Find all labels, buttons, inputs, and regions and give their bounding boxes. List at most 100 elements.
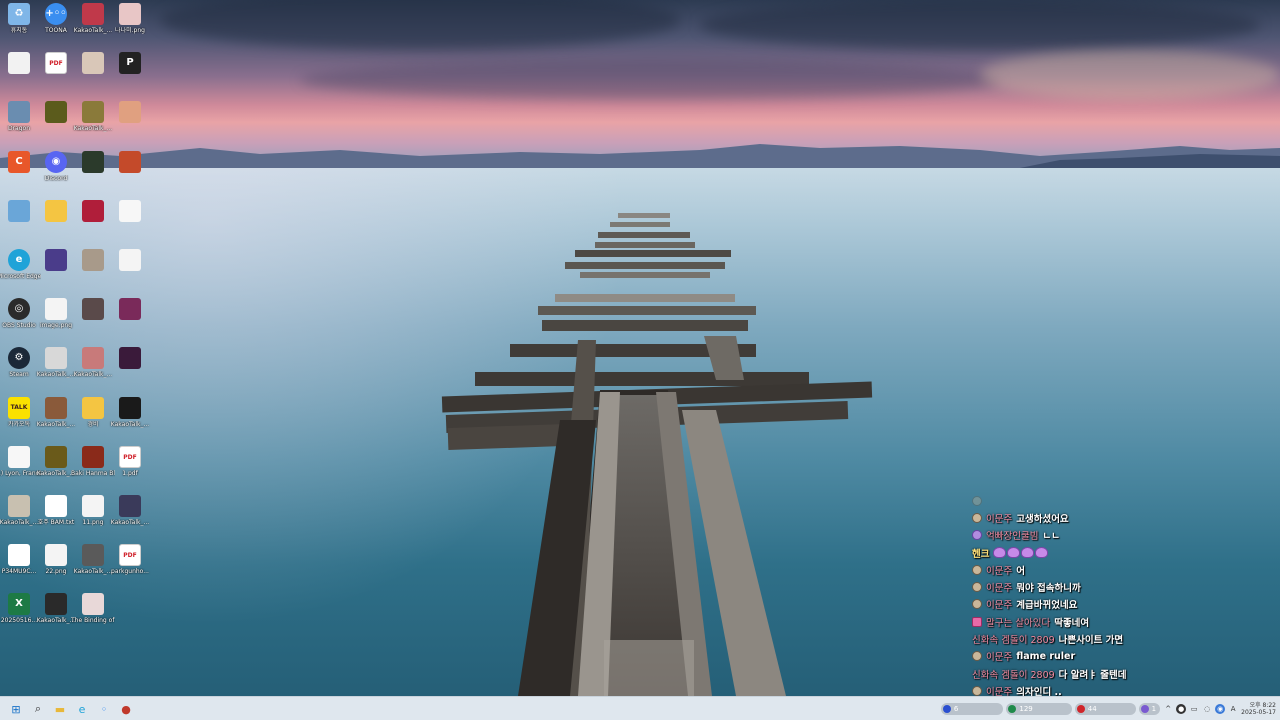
image-thumb-icon bbox=[45, 396, 67, 419]
desktop-icon[interactable]: The Binding of Isaac R... bbox=[71, 591, 115, 639]
desktop-icon[interactable]: 호주 BAM.txt bbox=[37, 493, 75, 541]
desktop-icon[interactable]: 나나미.png bbox=[111, 1, 149, 49]
chat-text: 뭐야 접속하니까 bbox=[1016, 583, 1081, 595]
desktop-icon[interactable]: image.png bbox=[37, 296, 75, 344]
desktop-icon[interactable]: e Microsoft Edge bbox=[0, 247, 41, 295]
desktop-icon[interactable]: PDF 1.pdf bbox=[111, 444, 149, 492]
tray-pill-4-count: 1 bbox=[1151, 705, 1157, 713]
image-thumb-icon bbox=[82, 150, 104, 173]
image-thumb-icon bbox=[119, 249, 141, 271]
desktop-icon[interactable] bbox=[74, 50, 112, 98]
app-button[interactable]: ● bbox=[117, 700, 135, 718]
tray-display-icon[interactable]: ▭ bbox=[1189, 704, 1199, 714]
chat-message: 말구는 살아있다 딱좋네여 bbox=[972, 613, 1272, 630]
chat-text: 다 알려ㅑ 줄텐데 bbox=[1058, 669, 1127, 681]
tray-pill-2-count: 129 bbox=[1019, 705, 1033, 713]
tray-app-icon[interactable]: ● bbox=[1176, 704, 1187, 714]
desktop-icon[interactable]: ⚙ Steam bbox=[0, 345, 38, 393]
tray-dot-icon bbox=[1076, 705, 1085, 713]
chat-message: 이문주 어 bbox=[972, 561, 1272, 578]
recycle-bin-icon: ♻ bbox=[8, 3, 30, 25]
chat-emotes bbox=[993, 547, 1049, 559]
desktop-icon[interactable]: KakaoTalk_... bbox=[37, 395, 75, 443]
toona-button[interactable]: ◦ bbox=[95, 700, 113, 718]
desktop-icon[interactable] bbox=[111, 296, 149, 344]
file-explorer-button[interactable]: ▬ bbox=[51, 700, 69, 718]
tray-pill-3[interactable]: 44 bbox=[1074, 703, 1136, 715]
desktop-icon[interactable]: KakaoTalk_... bbox=[37, 591, 75, 639]
desktop-icon[interactable]: PDF bbox=[37, 50, 75, 98]
chat-message: 신화속 겜돌이 2809 나쁜사이트 가면 bbox=[972, 630, 1272, 647]
image-thumb-icon bbox=[45, 445, 67, 468]
tray-user-icon[interactable]: ◉ bbox=[1215, 704, 1226, 714]
desktop-icon[interactable] bbox=[0, 198, 38, 246]
desktop-icon[interactable]: KakaoTalk_... bbox=[37, 444, 75, 492]
chat-nickname: 신화속 겜돌이 2809 bbox=[972, 635, 1055, 647]
desktop-icon[interactable]: TALK 카카오톡 bbox=[0, 395, 38, 443]
desktop-icon[interactable]: KakaoTalk_... bbox=[74, 542, 112, 590]
desktop-icon[interactable]: 22.png bbox=[37, 542, 75, 590]
desktop-icon[interactable]: P bbox=[111, 50, 149, 98]
desktop-icon-label: 1.pdf bbox=[122, 469, 138, 477]
image-thumb-icon bbox=[119, 298, 141, 321]
text-file-icon bbox=[45, 495, 67, 517]
desktop-icon[interactable]: ♻ 휴지통 bbox=[0, 1, 38, 49]
desktop-icon[interactable]: KakaoTalk_... bbox=[37, 345, 75, 393]
desktop-icon[interactable] bbox=[111, 198, 149, 246]
desktop-icon[interactable]: KakaoTalk_... bbox=[111, 395, 149, 443]
chat-nickname: 억빠장인쿨빔 bbox=[986, 531, 1039, 543]
desktop-icon[interactable]: C bbox=[0, 149, 38, 197]
start-button[interactable]: ⊞ bbox=[7, 700, 25, 718]
desktop-icon[interactable] bbox=[111, 99, 149, 147]
search-button[interactable]: ⌕ bbox=[29, 700, 47, 718]
tray-clock[interactable]: 오후 8:22 2025-05-17 bbox=[1241, 702, 1276, 716]
desktop-icon[interactable] bbox=[74, 149, 112, 197]
desktop-icon-grid: ♻ 휴지통 +◦◦ TOONA KakaoTalk_... 나나미.png PDF P Drag… bbox=[0, 0, 150, 696]
desktop-icon[interactable] bbox=[37, 99, 75, 147]
chat-nickname: 헨크 bbox=[972, 548, 990, 560]
tray-language-indicator[interactable]: A bbox=[1228, 704, 1238, 714]
desktop-icon[interactable] bbox=[74, 296, 112, 344]
desktop-icon[interactable] bbox=[74, 247, 112, 295]
desktop-icon[interactable]: +◦◦ TOONA bbox=[37, 1, 75, 49]
chat-nickname: 이문주 bbox=[986, 600, 1013, 612]
desktop-icon[interactable]: Baki Hanma Blood Arena bbox=[71, 444, 115, 492]
desktop-icon[interactable]: 11.png bbox=[74, 493, 112, 541]
tray-pill-1[interactable]: 6 bbox=[940, 703, 1004, 715]
desktop-icon[interactable] bbox=[74, 198, 112, 246]
image-thumb-icon bbox=[82, 199, 104, 222]
pdf-file-icon: PDF bbox=[119, 445, 141, 468]
image-thumb-icon bbox=[82, 347, 104, 370]
desktop-icon[interactable]: Dragon bbox=[0, 99, 38, 147]
desktop-icon[interactable] bbox=[111, 149, 149, 197]
desktop-icon[interactable]: 경비 bbox=[74, 395, 112, 443]
chat-text: 딱좋네여 bbox=[1054, 617, 1090, 629]
desktop-icon[interactable]: X 20250516... bbox=[0, 591, 38, 639]
image-thumb-icon bbox=[119, 396, 141, 419]
desktop-icon[interactable]: ◉ Discord bbox=[37, 149, 75, 197]
edge-button[interactable]: e bbox=[73, 700, 91, 718]
tray-network-icon[interactable]: ◌ bbox=[1202, 704, 1212, 714]
desktop-icon[interactable] bbox=[37, 247, 75, 295]
desktop-icon[interactable]: PDF parkgunho... bbox=[111, 542, 149, 590]
desktop-icon[interactable] bbox=[37, 198, 75, 246]
tray-pill-2[interactable]: 129 bbox=[1006, 703, 1072, 715]
desktop-icon[interactable]: KakaoTalk_... bbox=[74, 99, 112, 147]
desktop-icon-label: KakaoTalk_... bbox=[110, 420, 150, 428]
tray-pill-4[interactable]: 1 bbox=[1138, 703, 1161, 715]
desktop-icon[interactable]: P34MU9C... bbox=[0, 542, 38, 590]
chat-message: 이문주 뭐야 접속하니까 bbox=[972, 578, 1272, 595]
desktop-icon[interactable]: KakaoTalk_... bbox=[0, 493, 38, 541]
isaac-game-icon bbox=[82, 593, 104, 616]
desktop-icon[interactable]: ◎ OBS Studio bbox=[0, 296, 38, 344]
tray-chevron-up-icon[interactable]: ^ bbox=[1163, 704, 1173, 714]
desktop-icon[interactable]: KakaoTalk_... bbox=[74, 1, 112, 49]
desktop-icon[interactable] bbox=[111, 247, 149, 295]
desktop-icon[interactable]: 1) Lyon, France ... bbox=[0, 444, 41, 492]
desktop-icon[interactable] bbox=[111, 345, 149, 393]
desktop-icon[interactable] bbox=[0, 50, 38, 98]
image-thumb-icon bbox=[82, 495, 104, 517]
desktop-icon[interactable]: KakaoTalk_... bbox=[74, 345, 112, 393]
desktop-icon[interactable]: KakaoTalk_... bbox=[111, 493, 149, 541]
chat-nickname: 이문주 bbox=[986, 513, 1013, 525]
